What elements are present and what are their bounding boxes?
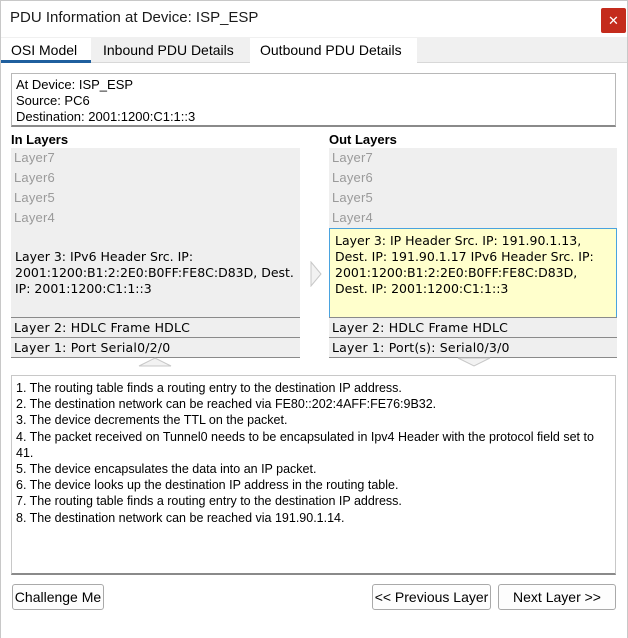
device-info-box: At Device: ISP_ESP Source: PC6 Destinati… bbox=[11, 73, 616, 127]
out-layers-header: Out Layers bbox=[329, 132, 397, 147]
tab-outbound-pdu-details[interactable]: Outbound PDU Details bbox=[250, 38, 417, 63]
tab-inbound-pdu-details[interactable]: Inbound PDU Details bbox=[93, 38, 249, 63]
flow-up-arrow-icon bbox=[138, 357, 172, 367]
in-layers-header: In Layers bbox=[11, 132, 69, 147]
in-layer-7[interactable]: Layer7 bbox=[11, 148, 300, 168]
flow-right-arrow-icon bbox=[310, 261, 322, 287]
destination-label: Destination: 2001:1200:C1:1::3 bbox=[16, 109, 196, 124]
flow-down-arrow-icon bbox=[457, 357, 491, 367]
in-layer-5[interactable]: Layer5 bbox=[11, 188, 300, 208]
next-layer-button[interactable]: Next Layer >> bbox=[498, 584, 616, 610]
out-layer-3-selected[interactable]: Layer 3: IP Header Src. IP: 191.90.1.13,… bbox=[329, 228, 617, 318]
step-line: 8. The destination network can be reache… bbox=[16, 510, 345, 525]
out-layer-1[interactable]: Layer 1: Port(s): Serial0/3/0 bbox=[329, 337, 617, 358]
out-layer-6[interactable]: Layer6 bbox=[329, 168, 617, 188]
step-line: 1. The routing table finds a routing ent… bbox=[16, 381, 402, 395]
previous-layer-button[interactable]: << Previous Layer bbox=[372, 584, 491, 610]
in-layer-6[interactable]: Layer6 bbox=[11, 168, 300, 188]
out-layer-2[interactable]: Layer 2: HDLC Frame HDLC bbox=[329, 317, 617, 338]
out-layer-5[interactable]: Layer5 bbox=[329, 188, 617, 208]
osi-model-panel: At Device: ISP_ESP Source: PC6 Destinati… bbox=[1, 63, 627, 638]
step-line: 4. The packet received on Tunnel0 needs … bbox=[16, 429, 594, 460]
step-line: 3. The device decrements the TTL on the … bbox=[16, 413, 288, 428]
close-button[interactable]: ✕ bbox=[601, 8, 626, 33]
in-layer-1[interactable]: Layer 1: Port Serial0/2/0 bbox=[11, 337, 300, 358]
out-layer-4[interactable]: Layer4 bbox=[329, 208, 617, 228]
source-label: Source: PC6 bbox=[16, 93, 90, 108]
tab-bar: OSI Model Inbound PDU Details Outbound P… bbox=[1, 37, 627, 63]
tab-osi-model[interactable]: OSI Model bbox=[1, 38, 91, 63]
step-line: 7. The routing table finds a routing ent… bbox=[16, 494, 402, 509]
challenge-me-button[interactable]: Challenge Me bbox=[12, 584, 104, 610]
in-layer-3[interactable]: Layer 3: IPv6 Header Src. IP: 2001:1200:… bbox=[11, 226, 300, 317]
device-label: At Device: ISP_ESP bbox=[16, 77, 134, 92]
out-layer-7[interactable]: Layer7 bbox=[329, 148, 617, 168]
title-bar: PDU Information at Device: ISP_ESP ✕ bbox=[1, 1, 627, 37]
in-layer-2[interactable]: Layer 2: HDLC Frame HDLC bbox=[11, 317, 300, 338]
step-line: 6. The device looks up the destination I… bbox=[16, 478, 399, 493]
step-line: 2. The destination network can be reache… bbox=[16, 397, 437, 412]
close-icon: ✕ bbox=[608, 12, 619, 28]
step-line: 5. The device encapsulates the data into… bbox=[16, 462, 317, 477]
pdu-info-window: PDU Information at Device: ISP_ESP ✕ OSI… bbox=[0, 0, 628, 638]
window-title: PDU Information at Device: ISP_ESP bbox=[10, 9, 259, 26]
steps-description-box: 1. The routing table finds a routing ent… bbox=[11, 375, 616, 575]
in-layer-4[interactable]: Layer4 bbox=[11, 208, 300, 228]
